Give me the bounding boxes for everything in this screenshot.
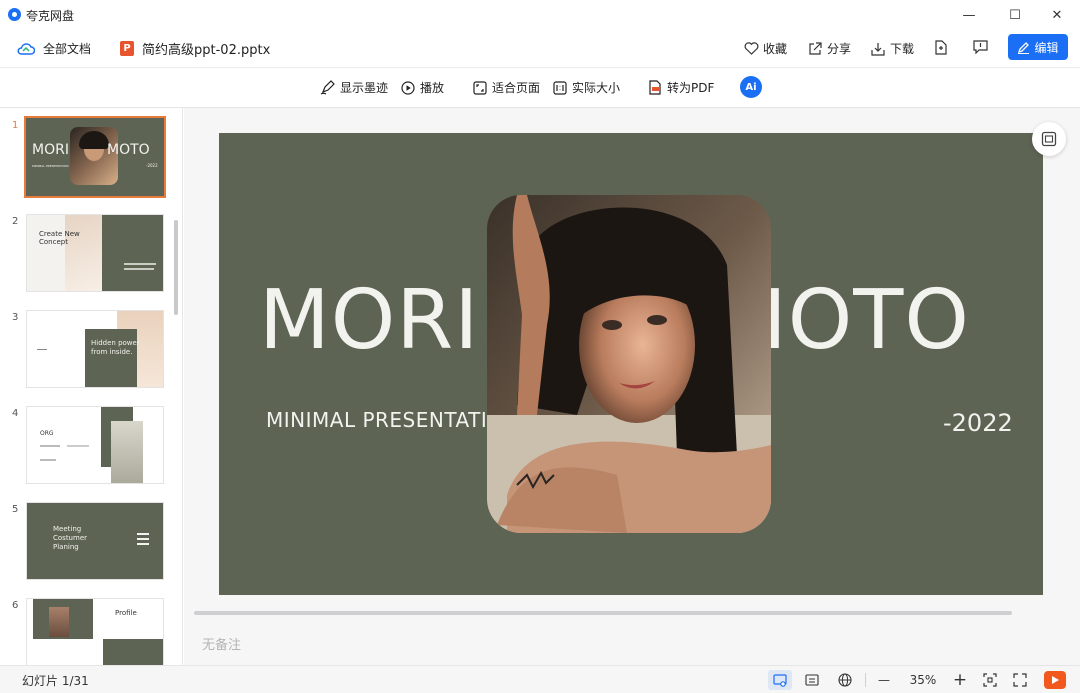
fit-screen-button[interactable]: [980, 670, 1000, 690]
actual-size-icon: [553, 80, 567, 95]
thumb-title: Create New Concept: [39, 230, 80, 246]
convert-pdf-label: 转为PDF: [667, 81, 715, 95]
thumb-title: Meeting Costumer Planing: [53, 525, 88, 551]
slide-canvas: MORI MOTO MINIMAL PRESENTATION -2022 无备注: [184, 108, 1080, 665]
pencil-icon: [1018, 41, 1030, 54]
globe-icon: [838, 673, 852, 687]
edit-label: 编辑: [1034, 40, 1059, 55]
play-button[interactable]: 播放: [401, 79, 444, 96]
favorite-button[interactable]: 收藏: [744, 40, 787, 57]
show-ink-label: 显示墨迹: [340, 81, 389, 95]
zoom-level: 35%: [909, 673, 937, 687]
screen-capture-button[interactable]: [1032, 122, 1066, 156]
slide-thumbnail-2[interactable]: Create New Concept: [26, 214, 164, 292]
play-label: 播放: [420, 81, 445, 95]
fit-page-button[interactable]: 适合页面: [473, 79, 540, 96]
minimize-button[interactable]: —: [946, 0, 992, 30]
canvas-horizontal-scrollbar[interactable]: [194, 611, 1012, 615]
speaker-notes[interactable]: 无备注: [202, 634, 241, 653]
edit-button[interactable]: 编辑: [1008, 34, 1068, 60]
fullscreen-icon: [1013, 673, 1027, 687]
thumb-title: ORG: [40, 430, 54, 437]
status-bar: 幻灯片 1/31 — 35% +: [0, 665, 1080, 693]
thumb-right-title: MOTO: [107, 142, 150, 158]
actual-size-label: 实际大小: [572, 81, 621, 95]
thumb-number: 3: [12, 312, 19, 323]
fullscreen-button[interactable]: [1010, 670, 1030, 690]
slide-thumbnail-6[interactable]: Profile: [26, 598, 164, 665]
ai-assistant-button[interactable]: Ai: [740, 76, 762, 98]
download-button[interactable]: 下载: [871, 40, 914, 57]
fit-page-icon: [473, 80, 487, 95]
thumb-number: 2: [12, 216, 19, 227]
slide-title-left: MORI: [259, 273, 480, 368]
thumb-title: Profile: [115, 609, 137, 617]
slide-thumbnail-1[interactable]: MORI MOTO MINIMAL PRESENTATION -2022: [24, 116, 166, 198]
play-icon: [1052, 676, 1059, 684]
thumb-number: 4: [12, 408, 19, 419]
file-export-icon: [935, 40, 947, 55]
notes-view-button[interactable]: [801, 670, 823, 690]
thumb-number: 5: [12, 504, 19, 515]
slide-view-icon: [773, 673, 787, 687]
app-logo-icon: [8, 8, 21, 21]
show-ink-button[interactable]: 显示墨迹: [320, 79, 388, 96]
viewer-toolbar: 显示墨迹 播放 适合页面 实际大小 转为PDF: [0, 68, 1080, 108]
slide-thumbnail-panel: 1 MORI MOTO MINIMAL PRESENTATION -2022 2…: [0, 108, 183, 665]
slideshow-play-button[interactable]: [1044, 671, 1066, 689]
pdf-icon: [649, 80, 661, 95]
share-button[interactable]: 分享: [808, 40, 851, 57]
portrait-image: [487, 195, 771, 533]
convert-pdf-button[interactable]: 转为PDF: [648, 79, 714, 96]
notes-icon: [805, 674, 819, 686]
web-view-button[interactable]: [834, 670, 856, 690]
zoom-in-button[interactable]: +: [950, 670, 970, 690]
thumb-year: -2022: [146, 163, 158, 168]
thumb-number: 1: [12, 120, 19, 131]
maximize-button[interactable]: ☐: [992, 0, 1038, 30]
share-label: 分享: [827, 42, 852, 56]
comment-icon: [973, 40, 988, 54]
favorite-label: 收藏: [763, 42, 788, 56]
zoom-out-button[interactable]: —: [874, 670, 894, 690]
actual-size-button[interactable]: 实际大小: [553, 79, 620, 96]
status-divider: [865, 673, 866, 687]
portrait-photo: [487, 195, 771, 533]
app-name: 夸克网盘: [26, 9, 75, 23]
comment-button[interactable]: [973, 40, 988, 54]
thumb-left-title: MORI: [32, 142, 69, 158]
slide-thumbnail-5[interactable]: Meeting Costumer Planing: [26, 502, 164, 580]
document-header: 全部文档 P 简约高级ppt-02.pptx 收藏 分享 下载 编辑: [0, 30, 1080, 68]
share-icon: [809, 41, 822, 55]
download-label: 下载: [890, 42, 915, 56]
ink-pen-icon: [320, 80, 335, 95]
play-icon: [401, 80, 415, 95]
cloud-icon: [17, 42, 35, 55]
slide-counter: 幻灯片 1/31: [22, 673, 89, 688]
close-button[interactable]: ✕: [1034, 0, 1080, 30]
all-docs-link[interactable]: 全部文档: [17, 40, 91, 57]
thumb-subtitle: MINIMAL PRESENTATION: [32, 164, 69, 168]
download-icon: [871, 42, 885, 56]
save-to-cloud-button[interactable]: [934, 40, 947, 55]
all-docs-label: 全部文档: [43, 42, 92, 56]
title-bar: 夸克网盘 — ☐ ✕: [0, 0, 1080, 30]
heart-icon: [744, 42, 759, 55]
screenshot-icon: [1041, 131, 1057, 147]
slide-thumbnail-3[interactable]: Hidden power from inside.: [26, 310, 164, 388]
slide-thumbnail-4[interactable]: ORG: [26, 406, 164, 484]
thumb-title: Hidden power from inside.: [91, 339, 140, 356]
current-slide: MORI MOTO MINIMAL PRESENTATION -2022: [219, 133, 1043, 595]
file-title: P 简约高级ppt-02.pptx: [120, 39, 270, 58]
normal-view-button[interactable]: [768, 670, 792, 690]
focus-icon: [983, 673, 997, 687]
slide-year: -2022: [943, 409, 1013, 437]
ppt-file-icon: P: [120, 41, 134, 56]
file-name: 简约高级ppt-02.pptx: [142, 43, 271, 58]
thumb-number: 6: [12, 600, 19, 611]
slide-subtitle: MINIMAL PRESENTATION: [266, 408, 519, 432]
fit-page-label: 适合页面: [492, 81, 541, 95]
thumbnail-scrollbar[interactable]: [174, 220, 178, 315]
